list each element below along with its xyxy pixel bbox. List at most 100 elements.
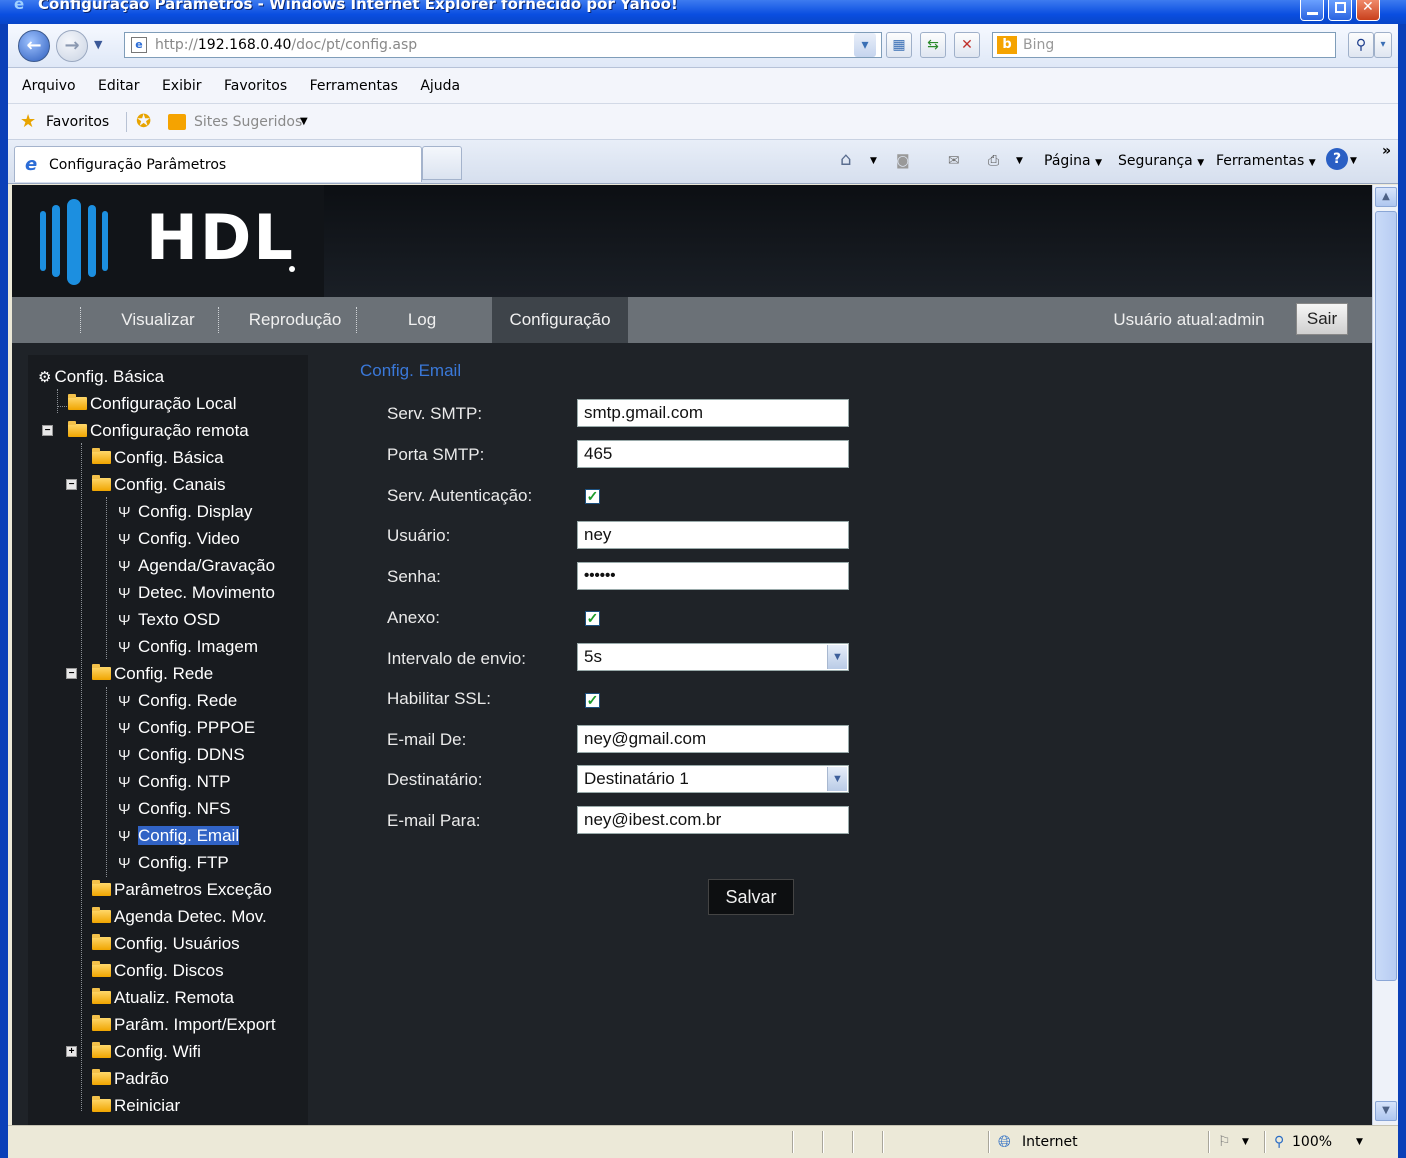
- expand-icon[interactable]: +: [66, 1046, 77, 1057]
- recipient-select[interactable]: Destinatário 1 ▼: [577, 765, 849, 793]
- security-menu[interactable]: Segurança ▼: [1118, 150, 1204, 174]
- tree-item-config-canais[interactable]: Config. Canais: [92, 473, 226, 497]
- scroll-up-icon[interactable]: ▲: [1375, 187, 1397, 207]
- tree-item-config-video[interactable]: Ψ Config. Video: [118, 527, 240, 551]
- menu-exibir[interactable]: Exibir: [162, 78, 202, 94]
- search-options-icon[interactable]: ▾: [1374, 32, 1392, 58]
- zone-label: Internet: [1022, 1134, 1078, 1150]
- attach-checkbox[interactable]: ✓: [585, 611, 600, 626]
- tree-item-agenda-detec-mov[interactable]: Agenda Detec. Mov.: [92, 905, 267, 929]
- menu-arquivo[interactable]: Arquivo: [22, 78, 76, 94]
- close-window-button[interactable]: ✕: [1356, 0, 1380, 21]
- user-input[interactable]: ney: [577, 521, 849, 549]
- vertical-scrollbar[interactable]: ▲ ▼: [1372, 185, 1398, 1125]
- home-icon[interactable]: ⌂: [840, 150, 851, 170]
- smtp-input[interactable]: smtp.gmail.com: [577, 399, 849, 427]
- help-icon[interactable]: ?: [1326, 148, 1348, 170]
- suggested-dropdown-icon[interactable]: ▼: [300, 104, 308, 140]
- tree-item-config-nfs[interactable]: Ψ Config. NFS: [118, 797, 231, 821]
- tools-menu[interactable]: Ferramentas ▼: [1216, 150, 1316, 174]
- menu-editar[interactable]: Editar: [98, 78, 139, 94]
- nav-reproducao[interactable]: Reprodução: [232, 297, 358, 343]
- home-dropdown-icon[interactable]: ▼: [870, 150, 877, 172]
- tree-item-atualiz-remota[interactable]: Atualiz. Remota: [92, 986, 234, 1010]
- page-icon: e: [131, 37, 147, 53]
- tree-item-configuracao-remota[interactable]: Configuração remota: [68, 419, 249, 443]
- favorites-star-icon[interactable]: ★: [20, 104, 36, 140]
- tree-item-config-basica[interactable]: Config. Básica: [92, 446, 224, 470]
- tree-item-config-ftp[interactable]: Ψ Config. FTP: [118, 851, 229, 875]
- tree-item-config-wifi[interactable]: Config. Wifi: [92, 1040, 201, 1064]
- port-input[interactable]: 465: [577, 440, 849, 468]
- maximize-button[interactable]: [1328, 0, 1352, 21]
- page-menu[interactable]: Página ▼: [1044, 150, 1102, 174]
- tree-item-config-ddns[interactable]: Ψ Config. DDNS: [118, 743, 245, 767]
- tree-item-config-email[interactable]: Ψ Config. Email: [118, 824, 240, 848]
- refresh-icon[interactable]: ⇆: [920, 32, 946, 58]
- zoom-level[interactable]: 100%: [1292, 1126, 1332, 1158]
- auth-checkbox[interactable]: ✓: [585, 489, 600, 504]
- tree-item-agenda-gravacao[interactable]: Ψ Agenda/Gravação: [118, 554, 275, 578]
- interval-select[interactable]: 5s ▼: [577, 643, 849, 671]
- tree-item-config-discos[interactable]: Config. Discos: [92, 959, 224, 983]
- search-input[interactable]: b Bing: [992, 32, 1336, 58]
- tree-item-config-usuarios[interactable]: Config. Usuários: [92, 932, 240, 956]
- history-dropdown-icon[interactable]: ▼: [94, 38, 102, 51]
- address-bar[interactable]: e http://192.168.0.40/doc/pt/config.asp: [124, 32, 882, 58]
- zoom-dropdown-icon[interactable]: ▼: [1356, 1126, 1363, 1158]
- tab-config-parametros[interactable]: e Configuração Parâmetros: [14, 146, 422, 182]
- scroll-thumb[interactable]: [1375, 211, 1397, 981]
- tree-item-config-pppoe[interactable]: Ψ Config. PPPOE: [118, 716, 255, 740]
- suggested-sites-link[interactable]: Sites Sugeridos: [194, 104, 302, 140]
- tree-item-param-import-export[interactable]: Parâm. Import/Export: [92, 1013, 276, 1037]
- tree-item-config-ntp[interactable]: Ψ Config. NTP: [118, 770, 231, 794]
- tree-item-detec-movimento[interactable]: Ψ Detec. Movimento: [118, 581, 275, 605]
- tree-item-reiniciar[interactable]: Reiniciar: [92, 1094, 180, 1118]
- folder-icon: [92, 880, 111, 896]
- add-favorite-icon[interactable]: ✪: [136, 104, 151, 140]
- print-icon[interactable]: ⎙: [988, 150, 999, 172]
- menu-favoritos[interactable]: Favoritos: [224, 78, 287, 94]
- back-button[interactable]: ←: [18, 30, 50, 62]
- minimize-button[interactable]: [1300, 0, 1324, 21]
- search-icon[interactable]: ⚲: [1348, 32, 1374, 58]
- tree-item-config-rede-folder[interactable]: Config. Rede: [92, 662, 213, 686]
- collapse-icon[interactable]: −: [42, 425, 53, 436]
- forward-button[interactable]: →: [56, 30, 88, 62]
- tree-item-texto-osd[interactable]: Ψ Texto OSD: [118, 608, 220, 632]
- stop-icon[interactable]: ✕: [954, 32, 980, 58]
- save-button[interactable]: Salvar: [708, 879, 794, 915]
- mail-icon[interactable]: ✉: [948, 150, 960, 172]
- new-tab-button[interactable]: [422, 146, 462, 180]
- collapse-icon[interactable]: −: [66, 479, 77, 490]
- tree-item-config-basica-root[interactable]: ⚙ Config. Básica: [38, 365, 164, 389]
- scroll-down-icon[interactable]: ▼: [1375, 1101, 1397, 1121]
- menu-ajuda[interactable]: Ajuda: [420, 78, 460, 94]
- password-input[interactable]: ••••••: [577, 562, 849, 590]
- tree-item-config-imagem[interactable]: Ψ Config. Imagem: [118, 635, 258, 659]
- help-dropdown-icon[interactable]: ▼: [1350, 150, 1357, 172]
- nav-visualizar[interactable]: Visualizar: [102, 297, 214, 343]
- feeds-icon[interactable]: ◙: [896, 150, 910, 172]
- chevron-more-icon[interactable]: »: [1382, 140, 1391, 162]
- logout-button[interactable]: Sair: [1296, 303, 1348, 335]
- collapse-icon[interactable]: −: [66, 668, 77, 679]
- protected-mode-icon[interactable]: ⚐: [1218, 1126, 1231, 1158]
- tree-item-padrao[interactable]: Padrão: [92, 1067, 169, 1091]
- tree-item-parametros-excecao[interactable]: Parâmetros Exceção: [92, 878, 272, 902]
- zoom-icon[interactable]: ⚲: [1274, 1126, 1284, 1158]
- tree-item-config-rede[interactable]: Ψ Config. Rede: [118, 689, 237, 713]
- menu-ferramentas[interactable]: Ferramentas: [310, 78, 398, 94]
- tree-item-config-display[interactable]: Ψ Config. Display: [118, 500, 252, 524]
- nav-configuracao[interactable]: Configuração: [492, 297, 628, 343]
- nav-log[interactable]: Log: [372, 297, 472, 343]
- protected-dropdown-icon[interactable]: ▼: [1242, 1126, 1249, 1158]
- tree-item-configuracao-local[interactable]: Configuração Local: [68, 392, 236, 416]
- favorites-button[interactable]: Favoritos: [46, 104, 109, 140]
- to-input[interactable]: ney@ibest.com.br: [577, 806, 849, 834]
- from-input[interactable]: ney@gmail.com: [577, 725, 849, 753]
- print-dropdown-icon[interactable]: ▼: [1016, 150, 1023, 172]
- address-dropdown-icon[interactable]: ▾: [854, 33, 876, 57]
- ssl-checkbox[interactable]: ✓: [585, 693, 600, 708]
- compat-view-icon[interactable]: ▦: [886, 32, 912, 58]
